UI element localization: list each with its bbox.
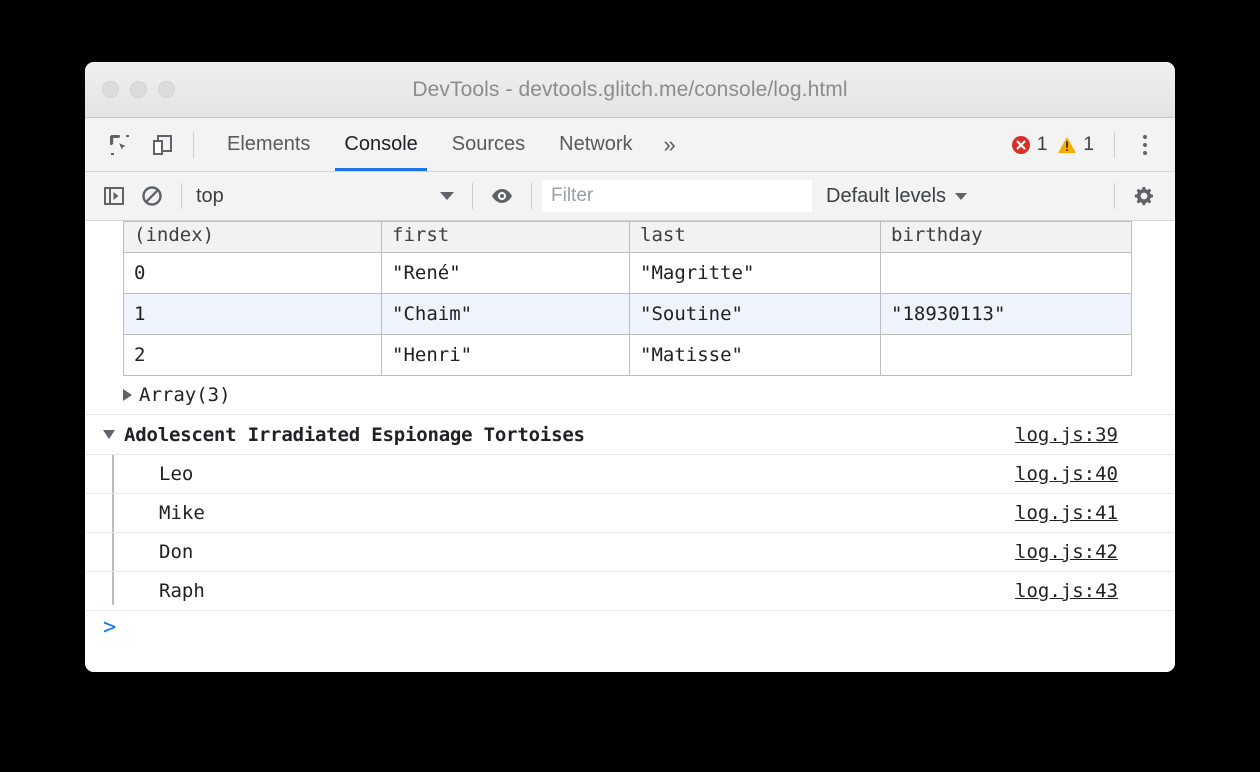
devtools-window: DevTools - devtools.glitch.me/console/lo… bbox=[85, 62, 1175, 672]
table-header-last[interactable]: last bbox=[630, 222, 881, 253]
tab-elements[interactable]: Elements bbox=[210, 118, 327, 171]
console-group-items: Leo log.js:40 Mike log.js:41 Don log.js:… bbox=[85, 455, 1175, 611]
source-link[interactable]: log.js:43 bbox=[1015, 580, 1118, 602]
console-sidebar-toggle-icon[interactable] bbox=[95, 177, 133, 215]
error-icon bbox=[1011, 135, 1031, 155]
console-toolbar: top Default levels bbox=[85, 172, 1175, 221]
console-message-text: Raph bbox=[159, 580, 205, 602]
console-toolbar-divider-3 bbox=[531, 183, 532, 209]
console-message-row[interactable]: Don log.js:42 bbox=[85, 533, 1175, 572]
cell-last: "Magritte" bbox=[630, 253, 881, 294]
array-summary-label: Array(3) bbox=[139, 384, 231, 406]
log-levels-selector[interactable]: Default levels bbox=[826, 185, 967, 208]
inspect-element-icon[interactable] bbox=[99, 125, 141, 165]
main-menu-icon[interactable] bbox=[1125, 125, 1165, 165]
cell-last: "Matisse" bbox=[630, 335, 881, 376]
table-header-index[interactable]: (index) bbox=[124, 222, 382, 253]
console-prompt-row[interactable]: > bbox=[85, 611, 1175, 657]
tab-sources[interactable]: Sources bbox=[435, 118, 542, 171]
table-row[interactable]: 2 "Henri" "Matisse" bbox=[124, 335, 1132, 376]
chevron-down-icon bbox=[440, 192, 454, 200]
console-group-header[interactable]: Adolescent Irradiated Espionage Tortoise… bbox=[85, 415, 1175, 455]
window-traffic-lights bbox=[102, 81, 175, 98]
minimize-button[interactable] bbox=[130, 81, 147, 98]
device-toolbar-icon[interactable] bbox=[141, 125, 183, 165]
execution-context-selector[interactable]: top bbox=[192, 185, 462, 208]
source-link[interactable]: log.js:42 bbox=[1015, 541, 1118, 563]
cell-index: 2 bbox=[124, 335, 382, 376]
tab-console[interactable]: Console bbox=[327, 118, 434, 171]
warning-icon bbox=[1057, 135, 1077, 155]
clear-console-icon[interactable] bbox=[133, 177, 171, 215]
console-message-text: Mike bbox=[159, 502, 205, 524]
console-toolbar-right bbox=[1104, 177, 1175, 215]
cell-birthday: "18930113" bbox=[881, 294, 1132, 335]
console-message-row[interactable]: Raph log.js:43 bbox=[85, 572, 1175, 611]
toolbar-divider bbox=[193, 132, 194, 158]
cell-first: "Chaim" bbox=[382, 294, 630, 335]
console-toolbar-divider-4 bbox=[1114, 183, 1115, 209]
filter-input[interactable] bbox=[542, 180, 812, 212]
cell-first: "René" bbox=[382, 253, 630, 294]
cell-birthday bbox=[881, 253, 1132, 294]
execution-context-label: top bbox=[196, 185, 224, 208]
cell-last: "Soutine" bbox=[630, 294, 881, 335]
tabbar-status-area: 1 1 bbox=[1011, 125, 1175, 165]
close-button[interactable] bbox=[102, 81, 119, 98]
cell-birthday bbox=[881, 335, 1132, 376]
tab-network[interactable]: Network bbox=[542, 118, 649, 171]
cell-index: 0 bbox=[124, 253, 382, 294]
tab-console-label: Console bbox=[344, 133, 417, 156]
warning-badge[interactable]: 1 bbox=[1057, 134, 1094, 156]
console-messages-area[interactable]: (index) first last birthday 0 "René" "Ma… bbox=[85, 221, 1175, 672]
console-toolbar-divider-2 bbox=[472, 183, 473, 209]
console-message-text: Don bbox=[159, 541, 193, 563]
panel-tabs: Elements Console Sources Network » bbox=[210, 118, 690, 171]
table-header-first[interactable]: first bbox=[382, 222, 630, 253]
source-link[interactable]: log.js:41 bbox=[1015, 502, 1118, 524]
prompt-chevron-icon: > bbox=[103, 617, 116, 639]
collapse-triangle-icon[interactable] bbox=[103, 430, 115, 439]
console-group: Adolescent Irradiated Espionage Tortoise… bbox=[85, 415, 1175, 611]
tab-sources-label: Sources bbox=[452, 133, 525, 156]
gear-icon[interactable] bbox=[1125, 177, 1163, 215]
window-title: DevTools - devtools.glitch.me/console/lo… bbox=[85, 78, 1175, 102]
table-row[interactable]: 0 "René" "Magritte" bbox=[124, 253, 1132, 294]
console-toolbar-divider-1 bbox=[181, 183, 182, 209]
console-message-row[interactable]: Leo log.js:40 bbox=[85, 455, 1175, 494]
console-table-wrapper: (index) first last birthday 0 "René" "Ma… bbox=[85, 221, 1175, 376]
live-expression-eye-icon[interactable] bbox=[483, 177, 521, 215]
more-tabs-icon[interactable]: » bbox=[650, 118, 690, 171]
console-group-title: Adolescent Irradiated Espionage Tortoise… bbox=[124, 424, 585, 446]
cell-first: "Henri" bbox=[382, 335, 630, 376]
error-badge[interactable]: 1 bbox=[1011, 134, 1048, 156]
source-link[interactable]: log.js:40 bbox=[1015, 463, 1118, 485]
log-levels-label: Default levels bbox=[826, 185, 946, 208]
cell-index: 1 bbox=[124, 294, 382, 335]
console-table: (index) first last birthday 0 "René" "Ma… bbox=[123, 221, 1132, 376]
table-header-birthday[interactable]: birthday bbox=[881, 222, 1132, 253]
expand-triangle-icon[interactable] bbox=[123, 389, 132, 401]
devtools-tabbar: Elements Console Sources Network » 1 bbox=[85, 118, 1175, 172]
tab-elements-label: Elements bbox=[227, 133, 310, 156]
console-message-text: Leo bbox=[159, 463, 193, 485]
status-divider bbox=[1114, 132, 1115, 158]
window-titlebar: DevTools - devtools.glitch.me/console/lo… bbox=[85, 62, 1175, 118]
zoom-button[interactable] bbox=[158, 81, 175, 98]
warning-count: 1 bbox=[1083, 134, 1094, 156]
error-count: 1 bbox=[1037, 134, 1048, 156]
table-row[interactable]: 1 "Chaim" "Soutine" "18930113" bbox=[124, 294, 1132, 335]
console-message-row[interactable]: Mike log.js:41 bbox=[85, 494, 1175, 533]
source-link[interactable]: log.js:39 bbox=[1015, 424, 1118, 446]
chevron-down-icon bbox=[955, 193, 967, 200]
array-summary-row[interactable]: Array(3) bbox=[85, 376, 1175, 415]
table-header-row: (index) first last birthday bbox=[124, 222, 1132, 253]
tab-network-label: Network bbox=[559, 133, 632, 156]
